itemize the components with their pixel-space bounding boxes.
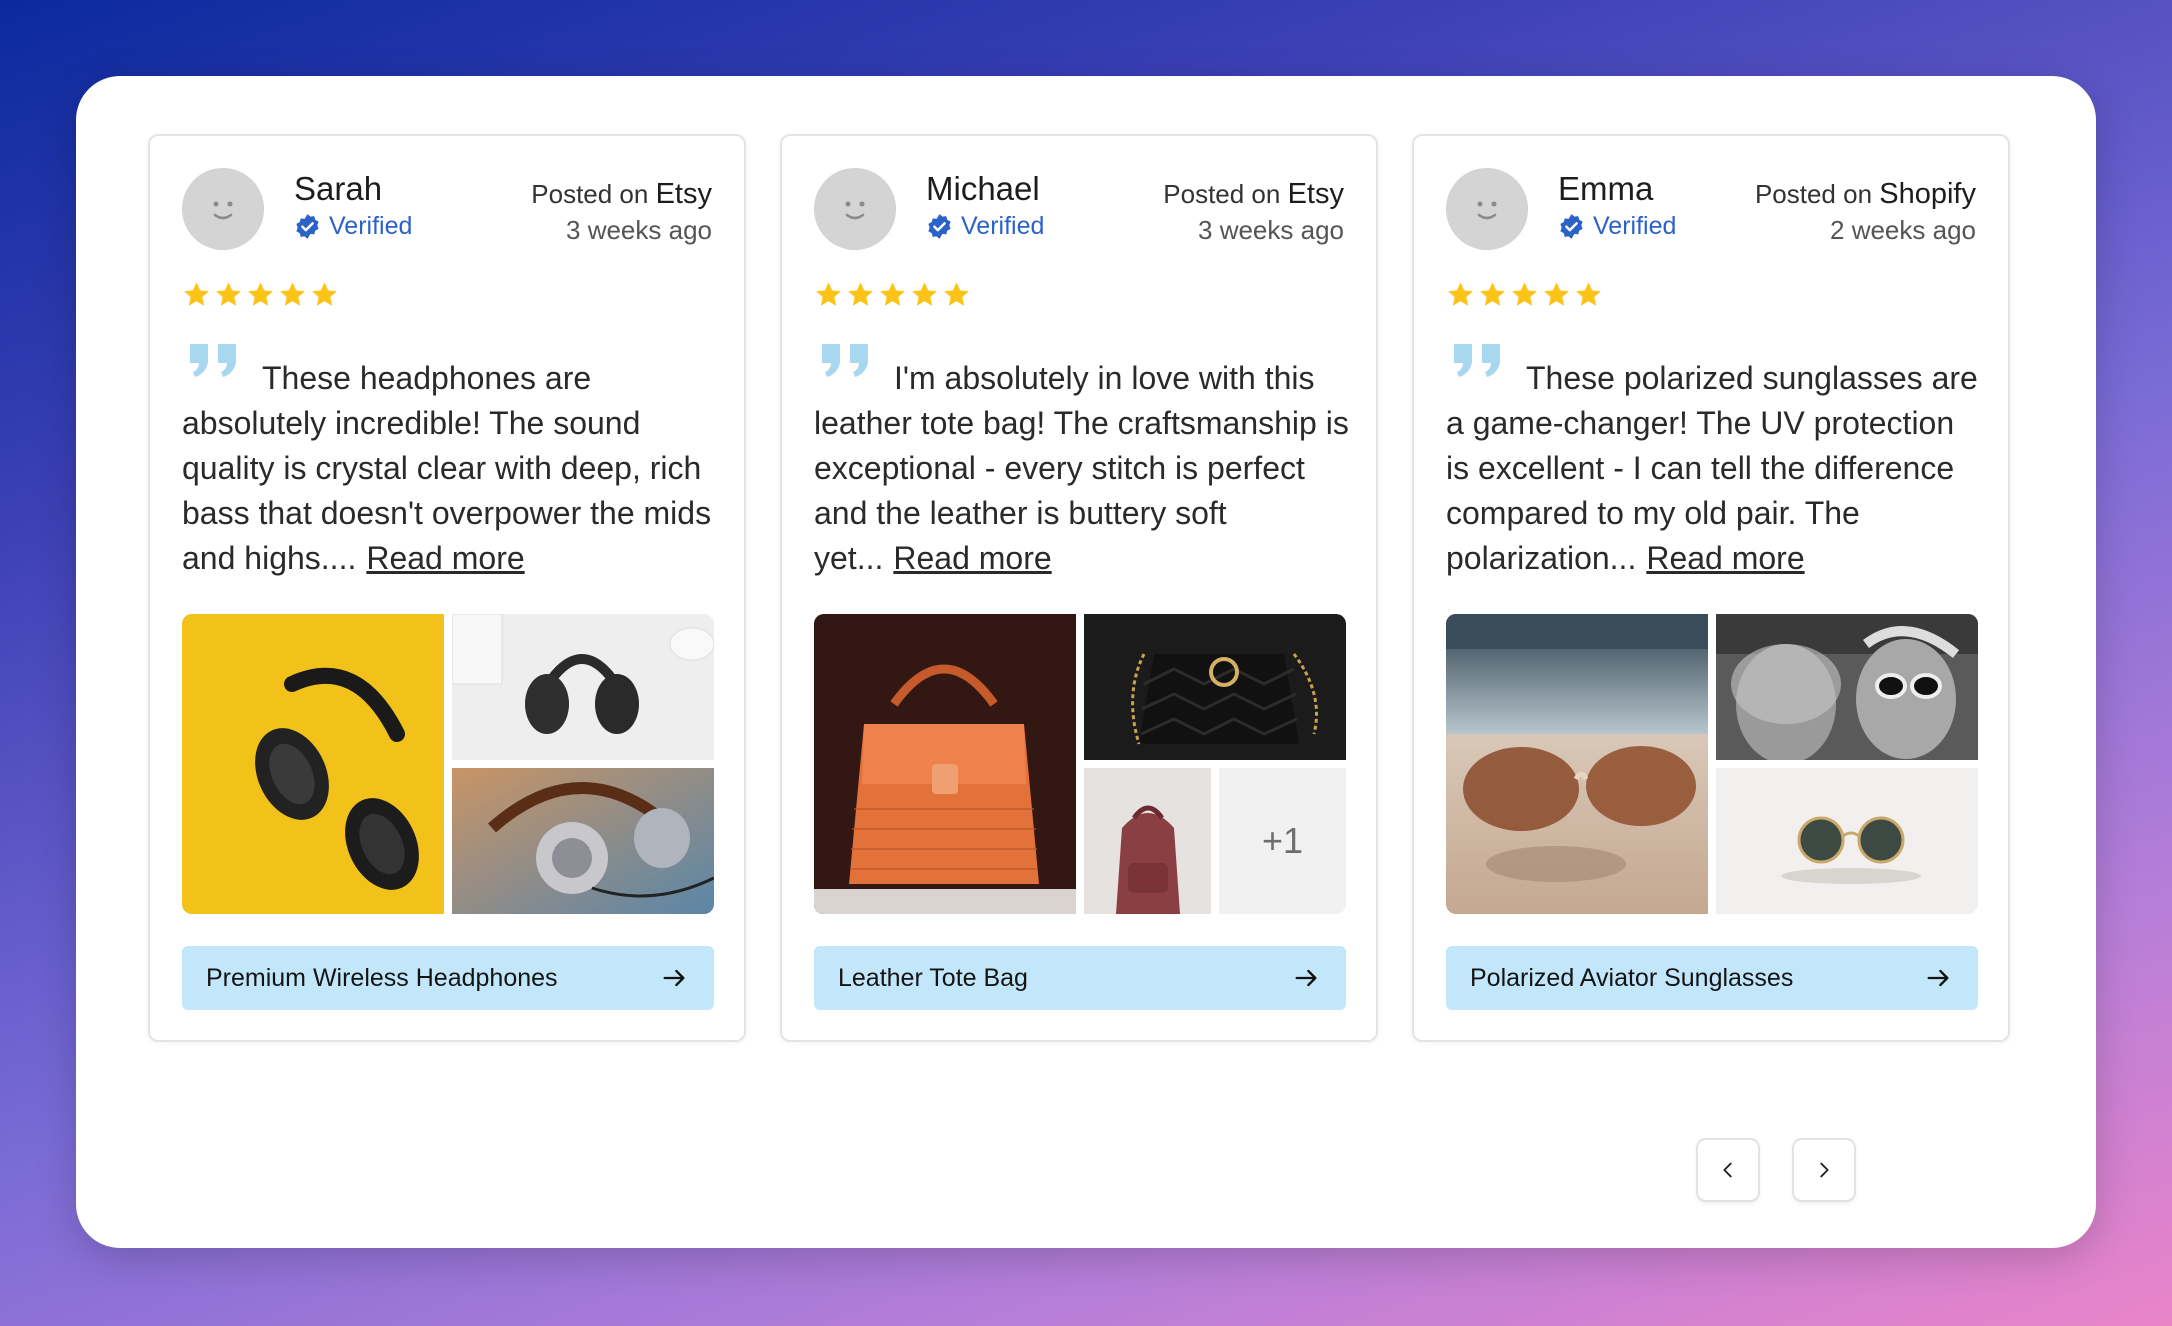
star-icon bbox=[248, 282, 273, 306]
platform-name: Shopify bbox=[1879, 178, 1976, 210]
avatar bbox=[814, 168, 896, 250]
read-more-link[interactable]: Read more bbox=[893, 540, 1051, 576]
product-name: Leather Tote Bag bbox=[838, 963, 1028, 992]
yellow-headphones-photo[interactable] bbox=[182, 614, 444, 914]
chevron-right-icon bbox=[1820, 1162, 1829, 1178]
more-photos-count: +1 bbox=[1261, 820, 1304, 861]
star-icon bbox=[1512, 282, 1537, 306]
avatar bbox=[1446, 168, 1528, 250]
star-icon bbox=[816, 282, 841, 306]
star-icon bbox=[944, 282, 969, 306]
retro-headphones-photo[interactable] bbox=[452, 768, 714, 914]
previous-button[interactable] bbox=[1696, 1138, 1760, 1202]
chevron-left-icon bbox=[1723, 1162, 1732, 1178]
product-name: Polarized Aviator Sunglasses bbox=[1470, 963, 1794, 992]
star-icon bbox=[848, 282, 873, 306]
reviewer-name: Michael bbox=[926, 170, 1040, 207]
star-icon bbox=[216, 282, 241, 306]
orange-wicker-bag-photo[interactable] bbox=[814, 614, 1076, 914]
women-in-sunglasses-photo[interactable] bbox=[1716, 614, 1978, 760]
star-icon bbox=[1576, 282, 1601, 306]
time-ago: 3 weeks ago bbox=[566, 215, 712, 245]
star-icon bbox=[1480, 282, 1505, 306]
star-icon bbox=[880, 282, 905, 306]
avatar-face-icon bbox=[1446, 168, 1528, 250]
review-text-block: I'm absolutely in love with this leather… bbox=[814, 356, 1354, 581]
star-icon bbox=[312, 282, 337, 306]
verified-check-icon bbox=[928, 214, 951, 239]
verified-label: Verified bbox=[961, 212, 1045, 240]
avatar-face-icon bbox=[814, 168, 896, 250]
arrow-right-icon bbox=[663, 969, 685, 987]
star-icon bbox=[1448, 282, 1473, 306]
arrow-right-icon bbox=[1927, 969, 1949, 987]
star-icon bbox=[912, 282, 937, 306]
star-rating bbox=[182, 280, 339, 309]
platform-name: Etsy bbox=[1287, 178, 1344, 210]
next-button[interactable] bbox=[1792, 1138, 1856, 1202]
review-cards: Sarah Verified Posted on Etsy 3 weeks ag… bbox=[148, 134, 2010, 1042]
read-more-link[interactable]: Read more bbox=[366, 540, 524, 576]
verified-badge: Verified bbox=[1558, 212, 1676, 241]
product-name: Premium Wireless Headphones bbox=[206, 963, 558, 992]
star-rating bbox=[814, 280, 971, 309]
photo-gallery: +1 bbox=[814, 614, 1346, 914]
white-desk-headphones-photo[interactable] bbox=[452, 614, 714, 760]
photo-gallery bbox=[1446, 614, 1978, 914]
posted-prefix: Posted on bbox=[1754, 179, 1873, 209]
testimonials-panel: Sarah Verified Posted on Etsy 3 weeks ag… bbox=[76, 76, 2096, 1248]
verified-label: Verified bbox=[329, 212, 413, 240]
posted-info: Posted on Shopify 2 weeks ago bbox=[1755, 176, 1976, 248]
time-ago: 2 weeks ago bbox=[1830, 215, 1976, 245]
posted-info: Posted on Etsy 3 weeks ago bbox=[1163, 176, 1344, 248]
verified-check-icon bbox=[1560, 214, 1583, 239]
star-icon bbox=[1544, 282, 1569, 306]
star-icon bbox=[184, 282, 209, 306]
review-text-block: These headphones are absolutely incredib… bbox=[182, 356, 722, 581]
review-text-block: These polarized sunglasses are a game-ch… bbox=[1446, 356, 1986, 581]
star-icon bbox=[280, 282, 305, 306]
posted-info: Posted on Etsy 3 weeks ago bbox=[531, 176, 712, 248]
review-card: Emma Verified Posted on Shopify 2 weeks … bbox=[1412, 134, 2010, 1042]
product-link-button[interactable]: Premium Wireless Headphones bbox=[182, 946, 714, 1010]
red-backpack-photo[interactable] bbox=[1084, 768, 1211, 914]
read-more-link[interactable]: Read more bbox=[1646, 540, 1804, 576]
avatar-face-icon bbox=[182, 168, 264, 250]
black-quilted-bag-photo[interactable] bbox=[1084, 614, 1346, 760]
time-ago: 3 weeks ago bbox=[1198, 215, 1344, 245]
verified-label: Verified bbox=[1593, 212, 1677, 240]
verified-badge: Verified bbox=[294, 212, 412, 241]
posted-prefix: Posted on bbox=[1163, 179, 1281, 209]
product-link-button[interactable]: Leather Tote Bag bbox=[814, 946, 1346, 1010]
reviewer-name: Emma bbox=[1558, 170, 1654, 207]
star-rating bbox=[1446, 280, 1603, 309]
verified-badge: Verified bbox=[926, 212, 1044, 241]
posted-prefix: Posted on bbox=[531, 179, 649, 209]
review-card: Michael Verified Posted on Etsy 3 weeks … bbox=[780, 134, 1378, 1042]
sunglasses-on-sand-photo[interactable] bbox=[1446, 614, 1708, 914]
more-photos-tile[interactable]: +1 bbox=[1219, 768, 1346, 914]
photo-gallery bbox=[182, 614, 714, 914]
platform-name: Etsy bbox=[655, 178, 712, 210]
review-card: Sarah Verified Posted on Etsy 3 weeks ag… bbox=[148, 134, 746, 1042]
verified-check-icon bbox=[296, 214, 319, 239]
round-sunglasses-photo[interactable] bbox=[1716, 768, 1978, 914]
avatar bbox=[182, 168, 264, 250]
arrow-right-icon bbox=[1295, 969, 1317, 987]
reviewer-name: Sarah bbox=[294, 170, 383, 207]
product-link-button[interactable]: Polarized Aviator Sunglasses bbox=[1446, 946, 1978, 1010]
